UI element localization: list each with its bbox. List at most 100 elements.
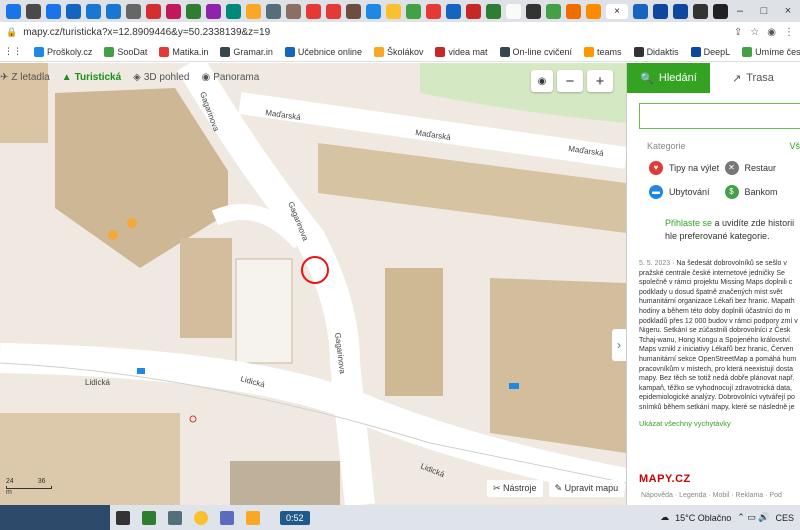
taskview-icon[interactable]: [116, 510, 130, 525]
browser-tab-favicon[interactable]: [226, 3, 241, 19]
category-bankomat[interactable]: $ Bankom: [724, 185, 800, 199]
browser-tab-favicon[interactable]: [306, 3, 321, 19]
browser-tab-favicon[interactable]: [693, 3, 708, 19]
login-link[interactable]: Přihlaste se: [665, 218, 712, 228]
app-icon[interactable]: [168, 510, 182, 525]
bookmark-item[interactable]: Učebnice online: [284, 46, 362, 57]
browser-tab-favicon[interactable]: [6, 3, 21, 19]
category-ubytovani[interactable]: ▬ Ubytování: [649, 185, 725, 199]
browser-tab-favicon[interactable]: [406, 3, 421, 19]
panel-collapse-button[interactable]: ›: [612, 329, 626, 361]
edit-map-button[interactable]: ✎ Upravit mapu: [548, 480, 625, 497]
browser-tab-favicon[interactable]: [86, 3, 101, 19]
categories-all-link[interactable]: Vš: [789, 141, 800, 151]
browser-tab-favicon[interactable]: [546, 3, 561, 19]
layer-turisticka[interactable]: ▲ Turistická: [62, 72, 121, 83]
bookmark-item[interactable]: DeepL: [690, 46, 730, 57]
bookmark-item[interactable]: Umíme česky: [742, 46, 800, 57]
menu-icon[interactable]: ⋮: [784, 27, 794, 38]
star-icon[interactable]: ☆: [750, 27, 759, 38]
browser-tab-favicon[interactable]: [486, 3, 501, 19]
restaurant-poi-icon[interactable]: [127, 218, 137, 228]
bookmark-item[interactable]: Školákov: [373, 46, 423, 57]
close-window-button[interactable]: ×: [776, 5, 800, 17]
tray-icons[interactable]: ⌃ ▭ 🔊: [737, 512, 769, 523]
minimize-button[interactable]: –: [728, 5, 752, 17]
tab-trasa[interactable]: ↗ Trasa: [710, 63, 800, 93]
building-block: [490, 278, 626, 453]
zoom-out-button[interactable]: −: [557, 70, 583, 92]
recording-timer[interactable]: 0:52: [280, 510, 310, 525]
browser-tab-favicon[interactable]: [633, 3, 648, 19]
restaurant-poi-icon[interactable]: [108, 230, 118, 240]
browser-tab-favicon[interactable]: [673, 3, 688, 19]
bus-stop-icon[interactable]: [137, 368, 145, 374]
browser-tab-favicon[interactable]: [266, 3, 281, 19]
share-icon[interactable]: ⇪: [734, 27, 742, 38]
address-bar[interactable]: 🔒 mapy.cz/turisticka?x=12.8909446&y=50.2…: [0, 22, 800, 42]
browser-tab-favicon[interactable]: [386, 3, 401, 19]
browser-tab-favicon[interactable]: [426, 3, 441, 19]
browser-tab-favicon[interactable]: [366, 3, 381, 19]
browser-tab-favicon[interactable]: [166, 3, 181, 19]
layer-3d[interactable]: ◈ 3D pohled: [133, 72, 189, 83]
browser-tab-favicon[interactable]: [286, 3, 301, 19]
bookmark-item[interactable]: Matika.in: [159, 46, 208, 57]
bookmark-item[interactable]: Didaktis: [633, 46, 679, 57]
bookmark-item[interactable]: On-line cvičení: [499, 46, 572, 57]
app-icon[interactable]: [142, 510, 156, 525]
browser-tab-favicon[interactable]: [206, 3, 221, 19]
browser-tab-favicon[interactable]: [566, 3, 581, 19]
bookmark-favicon-icon: [284, 46, 295, 57]
teams-icon[interactable]: [220, 510, 234, 525]
left-edge: [0, 68, 10, 86]
search-input[interactable]: [639, 103, 800, 129]
browser-tab-favicon[interactable]: [66, 3, 81, 19]
browser-tab-favicon[interactable]: [46, 3, 61, 19]
browser-tab-favicon[interactable]: [126, 3, 141, 19]
browser-tab-favicon[interactable]: [446, 3, 461, 19]
system-tray: ☁ 15°C Oblačno ⌃ ▭ 🔊 CES: [660, 512, 800, 523]
all-news-link[interactable]: Ukázat všechny vychytávky: [639, 419, 800, 428]
bookmark-item[interactable]: SooDat: [104, 46, 147, 57]
mapy-logo[interactable]: MAPY.CZ: [639, 473, 691, 485]
bus-stop-icon[interactable]: [509, 383, 519, 389]
extension-icon[interactable]: ◉: [767, 27, 776, 38]
browser-tab-favicon[interactable]: [106, 3, 121, 19]
browser-tab-favicon[interactable]: [146, 3, 161, 19]
browser-tab-favicon[interactable]: [506, 3, 521, 19]
browser-tab-favicon[interactable]: [586, 3, 601, 19]
category-tipy[interactable]: ♥ Tipy na výlet: [649, 161, 725, 175]
map-canvas[interactable]: Maďarská Maďarská Maďarská Gagarinova Ga…: [0, 63, 626, 505]
taskbar-search-area[interactable]: [0, 505, 110, 530]
my-location-button[interactable]: ◉: [531, 70, 553, 92]
zoom-in-button[interactable]: +: [587, 70, 613, 92]
maximize-button[interactable]: □: [752, 5, 776, 17]
category-restaurace[interactable]: ✕ Restaur: [724, 161, 800, 175]
apps-icon[interactable]: ⋮⋮: [4, 46, 22, 57]
browser-tab-favicon[interactable]: [713, 3, 728, 19]
url-text[interactable]: mapy.cz/turisticka?x=12.8909446&y=50.233…: [23, 27, 270, 38]
browser-tab-favicon[interactable]: [326, 3, 341, 19]
browser-tab-favicon[interactable]: [346, 3, 361, 19]
marker-icon[interactable]: [189, 415, 197, 423]
browser-tab-favicon[interactable]: [246, 3, 261, 19]
language-indicator[interactable]: CES: [775, 513, 794, 523]
browser-tab-favicon[interactable]: [26, 3, 41, 19]
tools-button[interactable]: ✂ Nástroje: [487, 480, 543, 497]
bookmark-item[interactable]: teams: [584, 46, 622, 57]
browser-tab-favicon[interactable]: [466, 3, 481, 19]
restaurant-icon: ✕: [724, 161, 739, 175]
chrome-icon[interactable]: [194, 510, 208, 525]
bookmark-item[interactable]: Gramar.in: [220, 46, 273, 57]
bookmark-item[interactable]: Proškoly.cz: [34, 46, 92, 57]
browser-tab-favicon[interactable]: [186, 3, 201, 19]
tab-hledani[interactable]: 🔍 Hledání: [627, 63, 710, 93]
browser-tab-favicon[interactable]: [653, 3, 668, 19]
weather-text[interactable]: 15°C Oblačno: [675, 513, 731, 523]
active-tab-close-button[interactable]: ×: [606, 3, 628, 19]
folder-icon[interactable]: [246, 510, 260, 525]
layer-panorama[interactable]: ◉ Panorama: [201, 72, 259, 83]
browser-tab-favicon[interactable]: [526, 3, 541, 19]
bookmark-item[interactable]: videa mat: [435, 46, 488, 57]
